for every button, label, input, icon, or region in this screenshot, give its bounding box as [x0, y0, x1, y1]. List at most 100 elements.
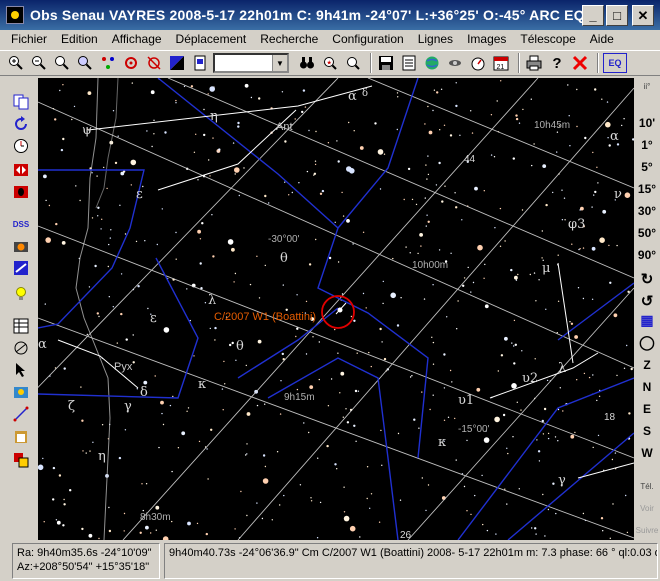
eq-icon[interactable]: EQ [603, 53, 627, 73]
menu-telescope[interactable]: Télescope [513, 32, 582, 46]
fov-10m-button[interactable]: 10' [634, 116, 660, 130]
star [426, 214, 428, 216]
page-icon[interactable] [190, 53, 210, 73]
find-icon[interactable] [75, 53, 95, 73]
star [515, 279, 518, 281]
star [249, 283, 252, 286]
menu-images[interactable]: Images [460, 32, 513, 46]
centre-icon[interactable] [98, 53, 118, 73]
star [310, 500, 313, 502]
dial-icon[interactable] [468, 53, 488, 73]
direction-zenith-button[interactable]: Z [634, 358, 660, 372]
view-button[interactable]: Voir [634, 504, 660, 513]
fov-50d-button[interactable]: 50° [634, 226, 660, 240]
rotate-icon[interactable]: ↻ [634, 270, 660, 288]
paste-icon[interactable] [10, 426, 32, 446]
target-icon[interactable] [121, 53, 141, 73]
chevron-down-icon[interactable]: ▼ [272, 55, 287, 71]
telescope-icon[interactable] [10, 258, 32, 278]
menu-edition[interactable]: Edition [54, 32, 105, 46]
sky-chart-canvas[interactable]: C/2007 W1 (Boattini) -30°00' 10h00m 9h15… [38, 78, 634, 540]
binoculars-icon[interactable] [297, 53, 317, 73]
calendar-icon[interactable]: 21 [491, 53, 511, 73]
sky-chart[interactable]: C/2007 W1 (Boattini) -30°00' 10h00m 9h15… [38, 78, 634, 540]
zoom-out-icon[interactable] [29, 53, 49, 73]
bug-icon[interactable] [10, 182, 32, 202]
menu-configuration[interactable]: Configuration [325, 32, 410, 46]
list-icon[interactable] [399, 53, 419, 73]
comet-nucleus[interactable] [337, 307, 343, 313]
star [514, 275, 518, 280]
zoom-fit-icon[interactable] [52, 53, 72, 73]
bulb-icon[interactable] [10, 284, 32, 304]
clock-icon[interactable] [10, 136, 32, 156]
search-object-icon[interactable] [343, 53, 363, 73]
star [366, 466, 369, 468]
rotate-back-icon[interactable]: ↺ [634, 292, 660, 310]
minimize-button[interactable]: _ [582, 4, 604, 26]
menu-recherche[interactable]: Recherche [253, 32, 325, 46]
fov-1d-button[interactable]: 1° [634, 138, 660, 152]
circle-icon[interactable] [10, 338, 32, 358]
star [288, 194, 290, 196]
fov-15d-button[interactable]: 15° [634, 182, 660, 196]
star [187, 521, 191, 526]
direction-south-button[interactable]: S [634, 424, 660, 438]
fov-30d-button[interactable]: 30° [634, 204, 660, 218]
star [131, 82, 133, 84]
constellation-boundaries [38, 78, 634, 540]
dss-icon[interactable]: DSS [10, 214, 32, 234]
star [455, 104, 458, 108]
search-star-icon[interactable]: ★ [320, 53, 340, 73]
star [340, 371, 345, 376]
star [132, 334, 134, 336]
close-button[interactable]: ✕ [632, 4, 654, 26]
menu-aide[interactable]: Aide [583, 32, 621, 46]
measure-icon[interactable] [10, 404, 32, 424]
fov-5d-button[interactable]: 5° [634, 160, 660, 174]
grid-icon[interactable]: ▦ [634, 312, 660, 329]
track-button[interactable]: Suivre [634, 526, 660, 535]
maximize-button[interactable]: □ [606, 4, 628, 26]
object-label[interactable]: C/2007 W1 (Boattini) [214, 311, 316, 323]
star [337, 261, 340, 263]
direction-west-button[interactable]: W [634, 446, 660, 460]
print-icon[interactable] [524, 53, 544, 73]
direction-north-button[interactable]: N [634, 380, 660, 394]
settings-icon[interactable] [10, 450, 32, 470]
star [125, 338, 128, 341]
fov-combo[interactable]: ▼ [213, 53, 289, 73]
star [438, 249, 441, 251]
photo-icon[interactable] [10, 382, 32, 402]
star [110, 229, 112, 231]
flip-icon[interactable] [10, 160, 32, 180]
star [598, 395, 601, 397]
fov-tiny-button[interactable]: ii° [634, 82, 660, 91]
zoom-in-icon[interactable] [6, 53, 26, 73]
menu-lignes[interactable]: Lignes [411, 32, 460, 46]
star [330, 378, 333, 380]
telescope-button[interactable]: Tél. [634, 482, 660, 491]
exit-icon[interactable] [570, 53, 590, 73]
satellite-icon[interactable] [445, 53, 465, 73]
pointer-icon[interactable] [10, 360, 32, 380]
table-icon[interactable] [10, 316, 32, 336]
star [599, 237, 605, 243]
menu-deplacement[interactable]: Déplacement [169, 32, 254, 46]
star [405, 246, 407, 248]
star [547, 508, 550, 511]
globe-icon[interactable] [422, 53, 442, 73]
horizon-icon[interactable]: ◯ [634, 334, 660, 351]
menu-affichage[interactable]: Affichage [105, 32, 169, 46]
direction-east-button[interactable]: E [634, 402, 660, 416]
menu-fichier[interactable]: Fichier [4, 32, 54, 46]
color-icon[interactable] [167, 53, 187, 73]
star-label: 26 [400, 530, 412, 540]
copy-icon[interactable] [10, 92, 32, 112]
fov-90d-button[interactable]: 90° [634, 248, 660, 262]
camera-icon[interactable] [10, 236, 32, 256]
refresh-icon[interactable] [10, 114, 32, 134]
no-target-icon[interactable] [144, 53, 164, 73]
help-icon[interactable]: ? [547, 53, 567, 73]
save-icon[interactable] [376, 53, 396, 73]
